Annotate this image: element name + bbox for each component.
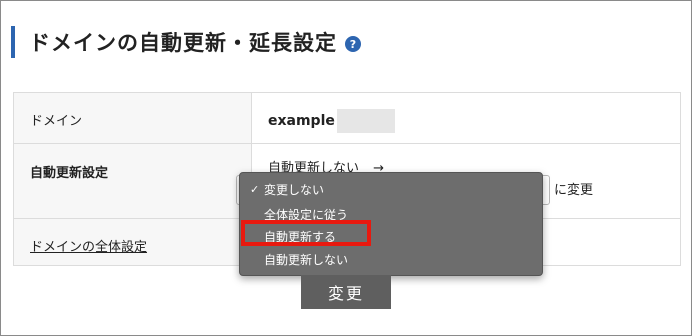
auto-renew-label: 自動更新設定	[30, 166, 109, 181]
label-cell-auto-renew: 自動更新設定	[13, 143, 252, 219]
help-icon[interactable]: ?	[345, 36, 361, 52]
value-cell-domain: example	[251, 92, 681, 144]
option-label: 自動更新しない	[264, 252, 349, 267]
submit-button[interactable]: 変更	[301, 275, 391, 309]
table-row-domain: ドメイン example	[13, 92, 681, 144]
page-title: ドメインの自動更新・延長設定	[29, 31, 337, 55]
domain-name: example	[268, 113, 335, 129]
label-cell-global-settings: ドメインの全体設定	[13, 218, 252, 266]
dropdown-option-no-change[interactable]: ✓ 変更しない	[240, 179, 542, 199]
change-to-suffix: に変更	[554, 183, 594, 198]
masked-domain-suffix	[336, 109, 395, 133]
highlight-annotation-box	[241, 220, 371, 246]
page-header: ドメインの自動更新・延長設定 ?	[11, 26, 361, 58]
page-frame: ドメインの自動更新・延長設定 ? ドメイン example 自動更新設定 自動更…	[0, 0, 692, 336]
checkmark-icon: ✓	[250, 182, 260, 196]
global-settings-link[interactable]: ドメインの全体設定	[30, 220, 250, 255]
dropdown-option-no-auto-renew[interactable]: 自動更新しない	[240, 249, 542, 269]
domain-label: ドメイン	[30, 114, 83, 129]
option-label: 変更しない	[264, 182, 325, 197]
label-cell-domain: ドメイン	[13, 92, 252, 144]
